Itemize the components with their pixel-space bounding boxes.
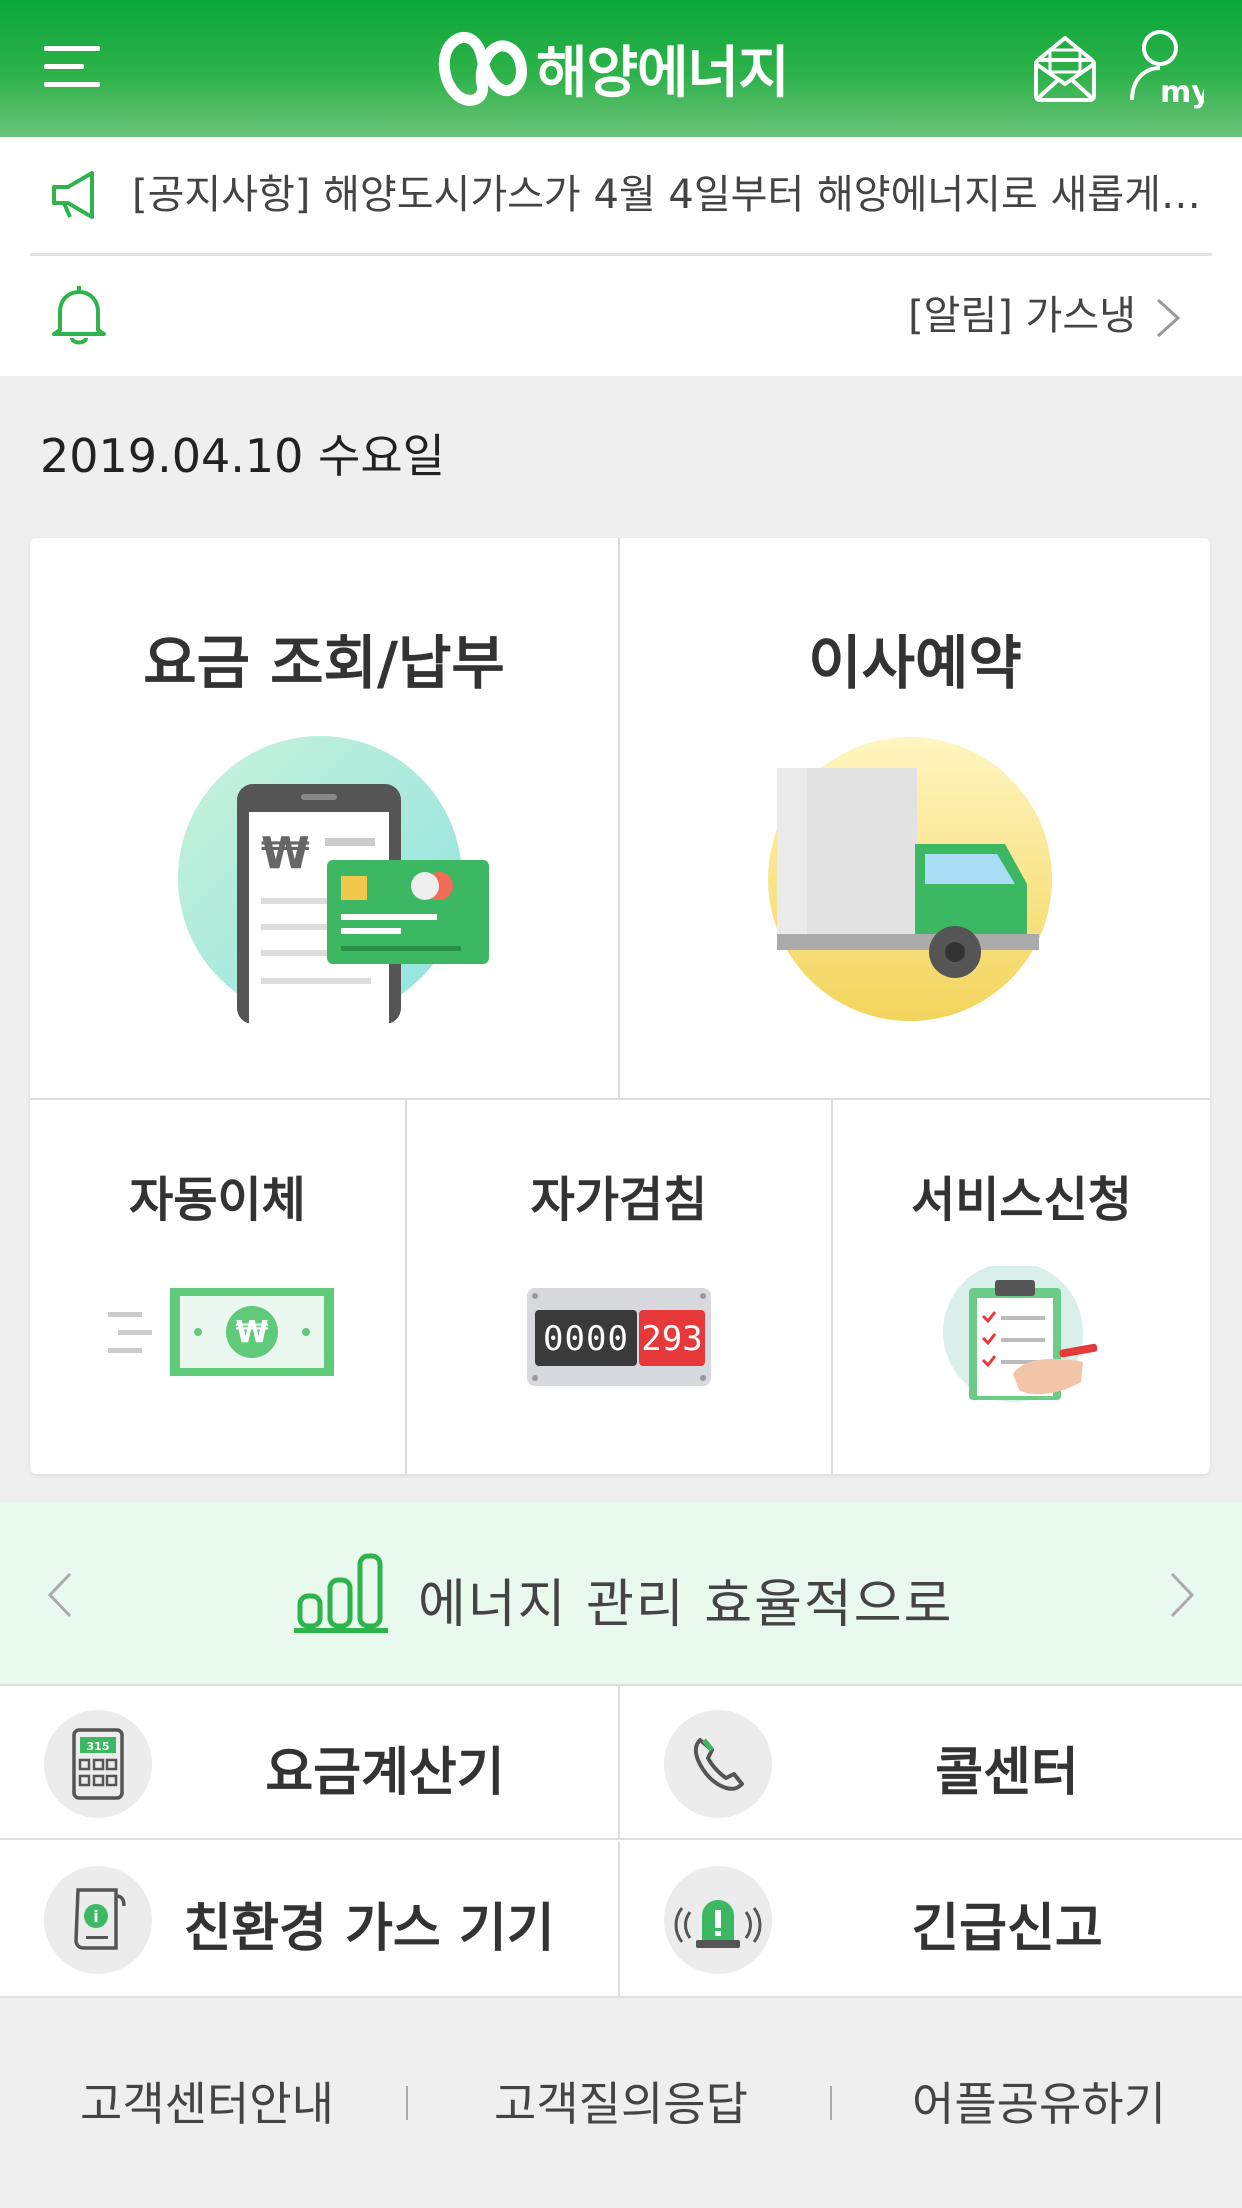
chevron-right-icon[interactable] [1154,296,1182,344]
eco-gas-device-label: 친환경 가스 기기 [183,1899,555,1959]
moving-truck-icon [768,737,1052,1021]
logo-mark-icon [438,31,527,106]
bar-chart-icon [292,1552,392,1640]
quick-menu: 315 요금계산기 콜센터 i 친환경 가스 기기 긴급신고 [0,1684,1242,1996]
divider [830,2086,832,2120]
svg-text:i: i [93,1907,98,1926]
notice-text: [공지사항] 해양도시가스가 4월 4일부터 해양에너지로 새롭게 태어났습니다 [132,172,1212,218]
notice-row[interactable]: [공지사항] 해양도시가스가 4월 4일부터 해양에너지로 새롭게 태어났습니다 [0,137,1242,253]
self-meter-reading-label: 자가검침 [530,1172,708,1228]
bill-payment-tile[interactable]: 요금 조회/납부 ₩ [30,538,620,1100]
fee-calculator-label: 요금계산기 [265,1743,505,1803]
phone-icon [664,1710,772,1818]
app-header: 해양에너지 my [0,0,1242,137]
megaphone-icon [48,167,104,227]
alert-row[interactable]: [알림] 가스냉 [0,256,1242,376]
fee-calculator-button[interactable]: 315 요금계산기 [0,1686,620,1840]
moving-reservation-label: 이사예약 [808,629,1022,697]
banner-text: 에너지 관리 효율적으로 [418,1575,954,1635]
service-request-label: 서비스신청 [911,1172,1132,1228]
customer-center-link[interactable]: 고객센터안내 [80,2068,334,2134]
svg-text:₩: ₩ [261,828,310,879]
svg-text:0000: 0000 [543,1319,629,1359]
call-center-button[interactable]: 콜센터 [620,1686,1242,1840]
gas-meter-icon: 0000 293 [527,1288,711,1386]
svg-text:my: my [1160,75,1204,110]
auto-transfer-label: 자동이체 [129,1172,306,1228]
bill-payment-icon: ₩ [178,736,489,1026]
siren-icon [664,1866,772,1974]
emergency-report-button[interactable]: 긴급신고 [620,1842,1242,1996]
bill-payment-label: 요금 조회/납부 [143,629,505,697]
moving-reservation-tile[interactable]: 이사예약 [620,538,1210,1100]
mail-icon[interactable] [1030,30,1100,106]
divider [406,2086,408,2120]
svg-text:₩: ₩ [235,1315,268,1350]
clipboard-icon [943,1266,1098,1402]
my-account-icon[interactable]: my [1128,26,1211,110]
footer-links: 고객센터안내 고객질의응답 어플공유하기 [0,1996,1242,2208]
notice-area: [공지사항] 해양도시가스가 4월 4일부터 해양에너지로 새롭게 태어났습니다… [0,137,1242,376]
bell-icon [50,284,108,350]
self-meter-reading-tile[interactable]: 자가검침 0000 293 [407,1100,833,1474]
service-request-tile[interactable]: 서비스신청 [833,1100,1210,1474]
emergency-report-label: 긴급신고 [911,1899,1103,1959]
promo-banner[interactable]: 에너지 관리 효율적으로 [0,1502,1242,1684]
auto-transfer-tile[interactable]: 자동이체 ₩ [30,1100,407,1474]
calculator-icon: 315 [44,1710,152,1818]
hamburger-menu-icon[interactable] [40,42,104,92]
chevron-right-icon[interactable] [1168,1570,1198,1624]
brand-logo[interactable]: 해양에너지 [438,26,790,110]
customer-qna-link[interactable]: 고객질의응답 [494,2068,748,2134]
share-app-link[interactable]: 어플공유하기 [912,2068,1166,2134]
brand-name: 해양에너지 [536,40,790,106]
svg-text:293: 293 [641,1319,702,1359]
chevron-left-icon[interactable] [44,1570,74,1624]
current-date: 2019.04.10 수요일 [40,429,445,483]
main-menu-grid: 요금 조회/납부 ₩ 이사예약 자동이체 ₩ 자가검침 0000 293 서비스… [30,538,1210,1474]
call-center-label: 콜센터 [935,1743,1079,1803]
svg-text:315: 315 [87,1740,110,1753]
eco-certificate-icon: i [44,1866,152,1974]
alert-text: [알림] 가스냉 [908,293,1136,339]
eco-gas-device-button[interactable]: i 친환경 가스 기기 [0,1842,620,1996]
banknote-icon: ₩ [108,1288,334,1376]
